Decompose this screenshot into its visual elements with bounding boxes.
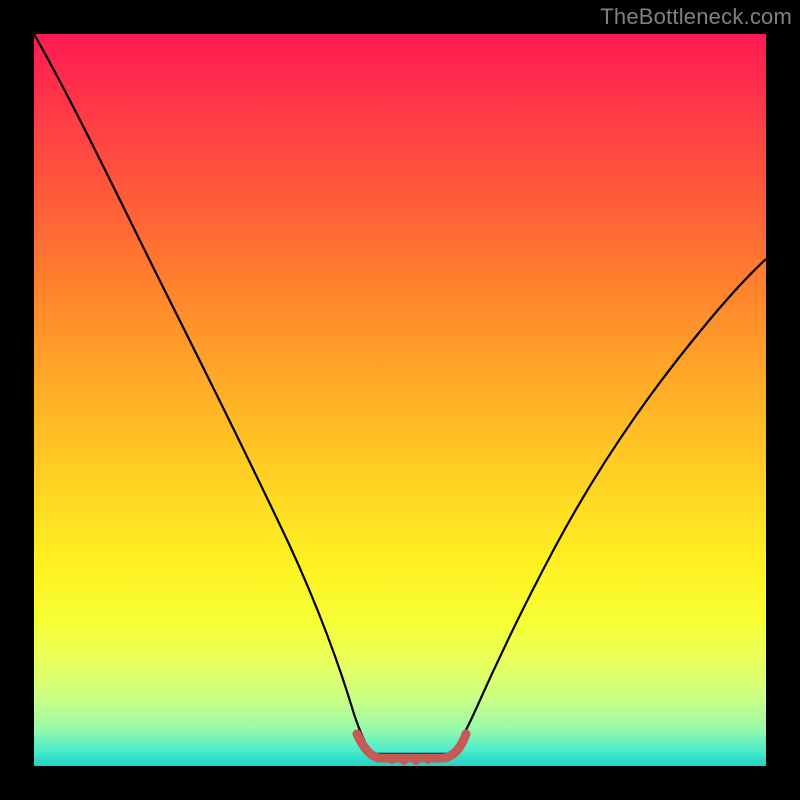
bottleneck-curve <box>34 34 766 754</box>
watermark-text: TheBottleneck.com <box>600 4 792 30</box>
plot-area <box>34 34 766 766</box>
chart-svg <box>34 34 766 766</box>
chart-frame: TheBottleneck.com <box>0 0 800 800</box>
marker-trace <box>357 734 466 758</box>
